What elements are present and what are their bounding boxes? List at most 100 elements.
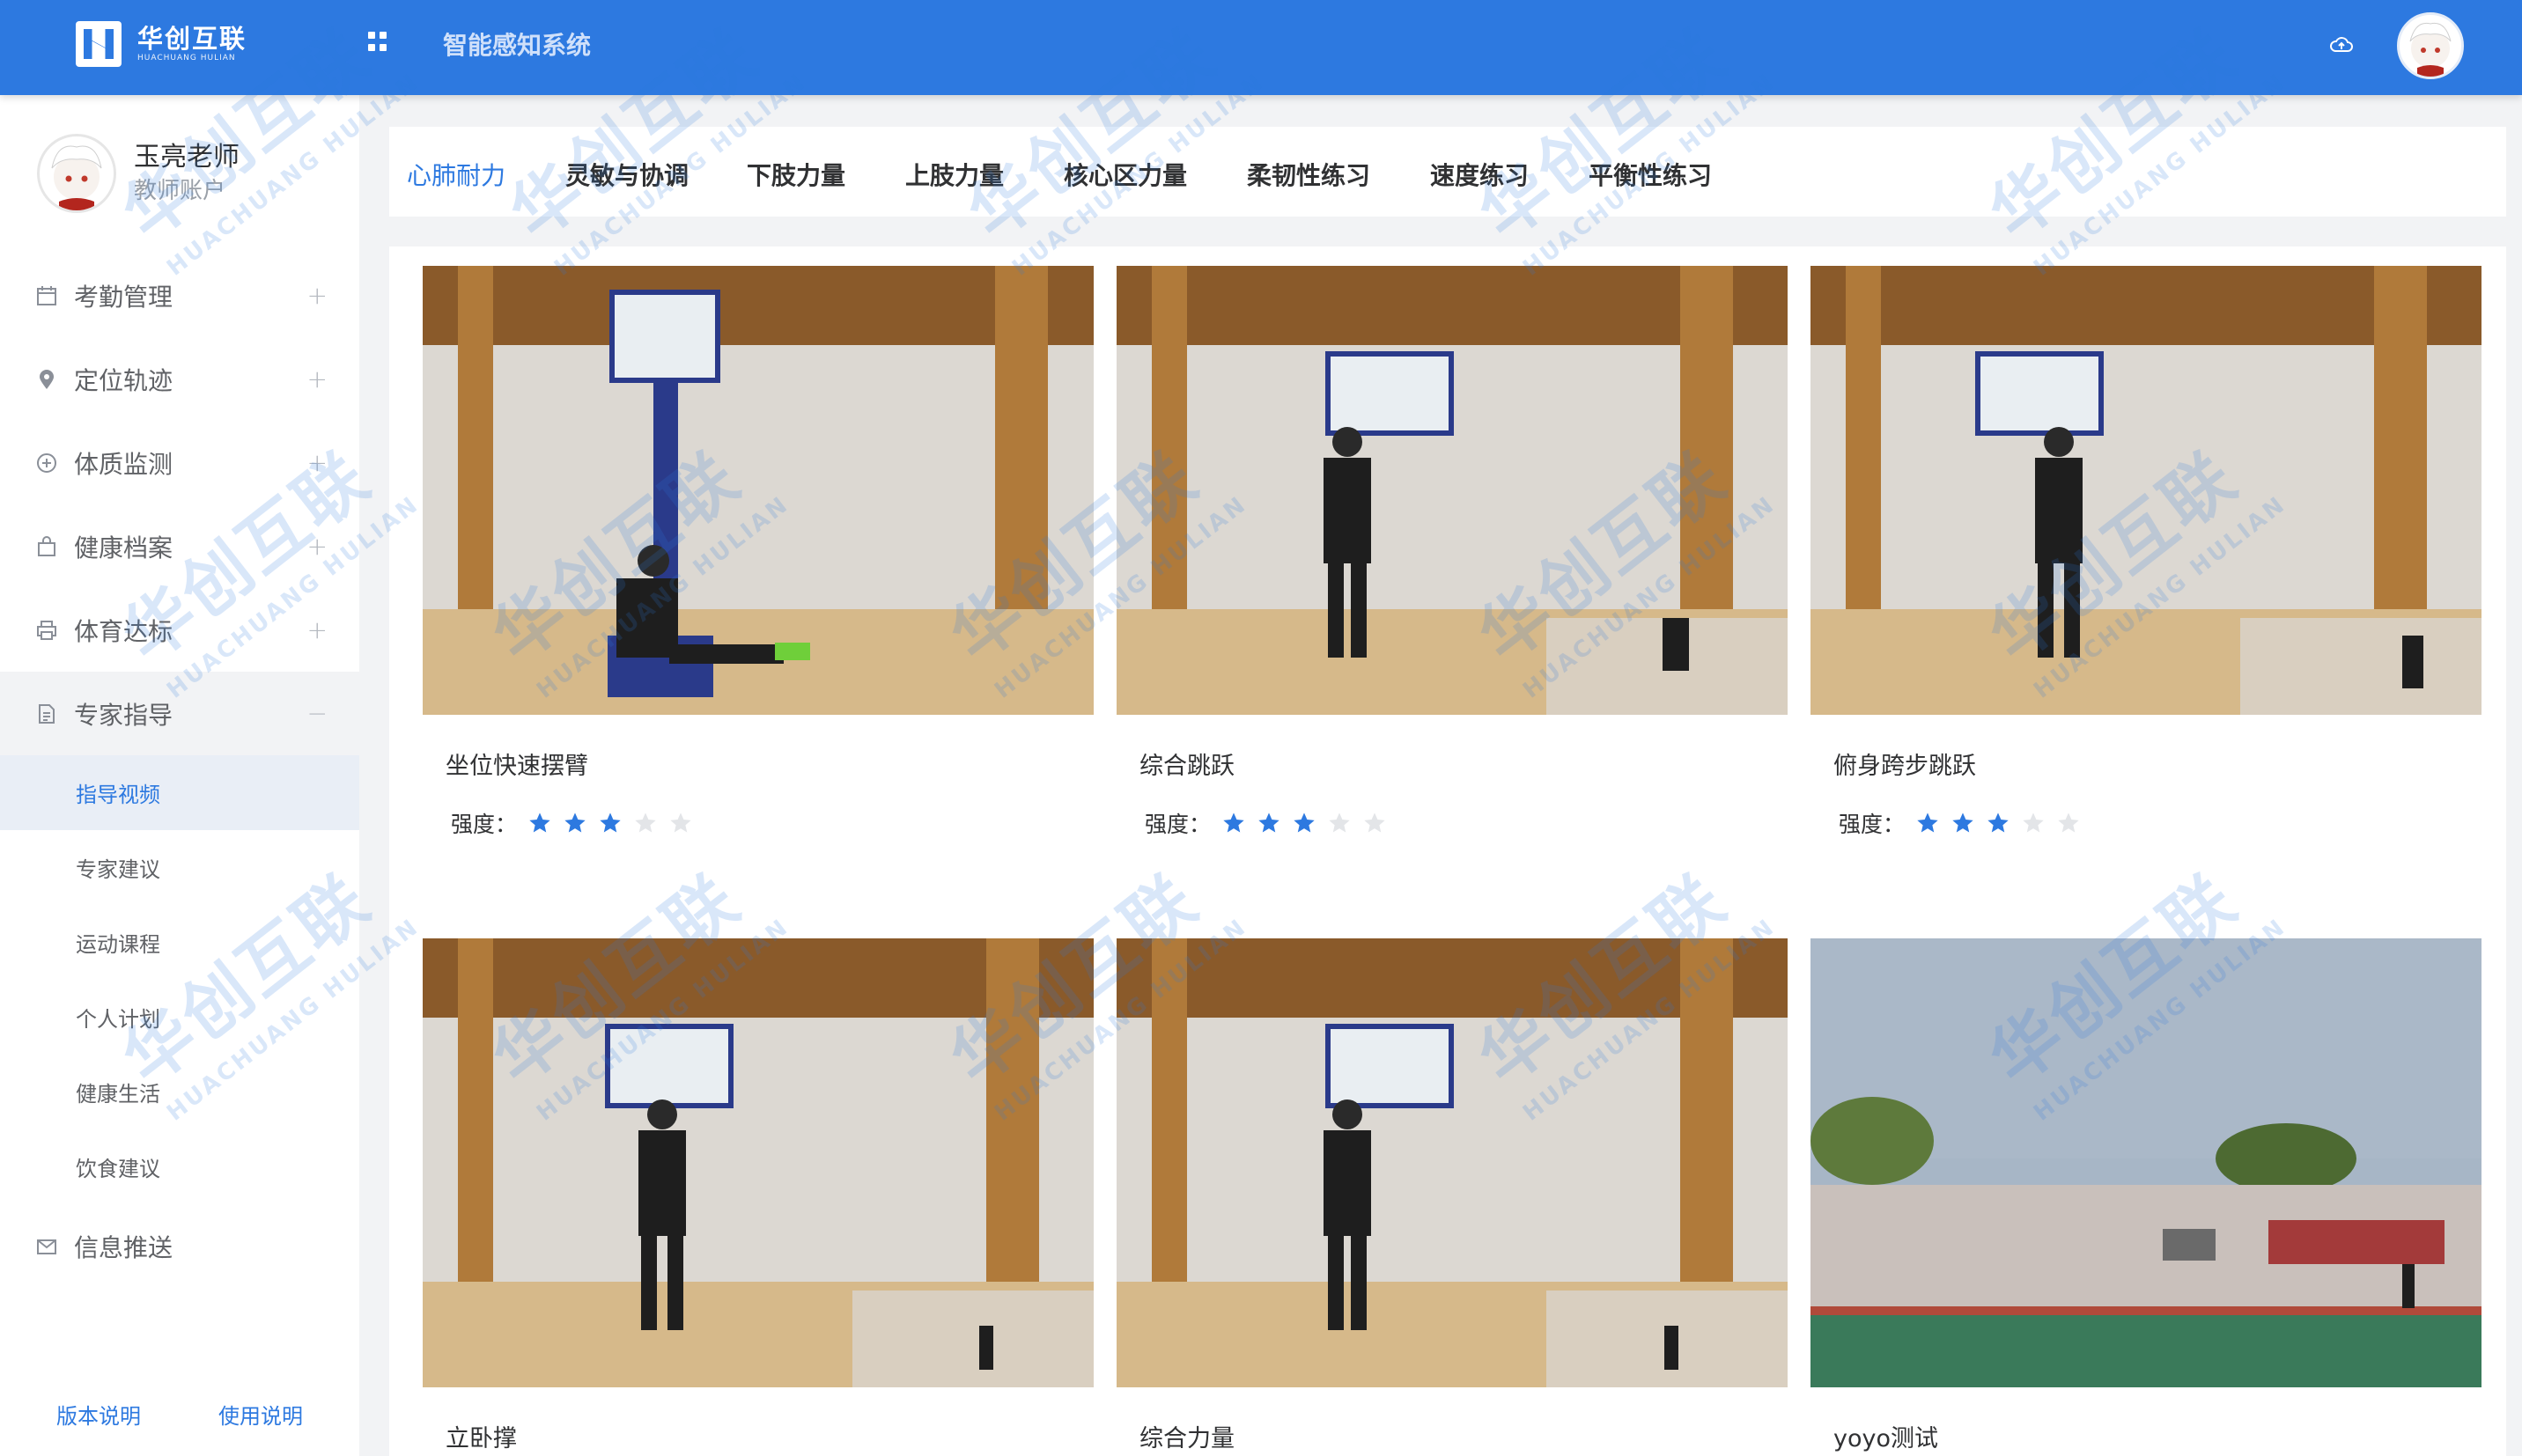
user-role: 教师账户 bbox=[134, 178, 226, 204]
video-thumbnail[interactable] bbox=[1117, 266, 1788, 715]
video-title[interactable]: yoyo测试 bbox=[1833, 1419, 2481, 1453]
expand-icon[interactable]: + bbox=[307, 364, 328, 393]
video-card[interactable]: yoyo测试 bbox=[1810, 938, 2481, 1453]
video-thumbnail[interactable] bbox=[423, 266, 1094, 715]
sidebar-item-message-push[interactable]: 信息推送 bbox=[0, 1204, 359, 1288]
top-header: 华创互联 HUACHUANG HULIAN 智能感知系统 bbox=[0, 0, 2522, 95]
avatar[interactable] bbox=[37, 134, 116, 213]
video-title[interactable]: 俯身跨步跳跃 bbox=[1833, 746, 2481, 781]
sidebar-item-label: 信息推送 bbox=[74, 1232, 173, 1262]
sidebar-item-sports-standard[interactable]: 体育达标 + bbox=[0, 588, 359, 672]
sidebar-subitem-diet-advice[interactable]: 饮食建议 bbox=[0, 1129, 359, 1204]
video-thumbnail[interactable] bbox=[1810, 266, 2481, 715]
sidebar: 玉亮老师 教师账户 考勤管理 + 定位轨迹 + 体质监测 + 健康档案 + 体育… bbox=[0, 95, 359, 1456]
sidebar-item-attendance[interactable]: 考勤管理 + bbox=[0, 254, 359, 337]
sidebar-menu: 考勤管理 + 定位轨迹 + 体质监测 + 健康档案 + 体育达标 + 专家指导 … bbox=[0, 254, 359, 1288]
tab-agility[interactable]: 灵敏与协调 bbox=[565, 157, 689, 192]
video-title[interactable]: 综合跳跃 bbox=[1139, 746, 1788, 781]
system-title: 智能感知系统 bbox=[443, 31, 592, 60]
video-title[interactable]: 坐位快速摆臂 bbox=[446, 746, 1094, 781]
video-title[interactable]: 立卧撑 bbox=[446, 1419, 1094, 1453]
header-avatar[interactable] bbox=[2397, 12, 2464, 79]
expand-icon[interactable]: + bbox=[307, 281, 328, 310]
calendar-icon bbox=[37, 285, 56, 305]
sidebar-item-label: 体质监测 bbox=[74, 449, 173, 479]
tab-cardio[interactable]: 心肺耐力 bbox=[407, 157, 505, 192]
star-filled-icon bbox=[600, 813, 621, 833]
video-thumbnail[interactable] bbox=[1810, 938, 2481, 1387]
sidebar-item-label: 定位轨迹 bbox=[74, 365, 173, 395]
sidebar-item-label: 健康档案 bbox=[74, 533, 173, 563]
tab-core[interactable]: 核心区力量 bbox=[1064, 157, 1187, 192]
video-thumbnail[interactable] bbox=[1117, 938, 1788, 1387]
sidebar-item-health-record[interactable]: 健康档案 + bbox=[0, 504, 359, 588]
video-card[interactable]: 坐位快速摆臂 强度： bbox=[423, 266, 1094, 839]
star-empty-icon bbox=[1364, 813, 1385, 833]
star-empty-icon bbox=[2058, 813, 2079, 833]
video-thumbnail[interactable] bbox=[423, 938, 1094, 1387]
intensity-rating: 强度： bbox=[1145, 807, 1788, 839]
tab-speed[interactable]: 速度练习 bbox=[1430, 157, 1529, 192]
bag-icon bbox=[38, 535, 55, 556]
star-filled-icon bbox=[564, 813, 586, 833]
tab-flexibility[interactable]: 柔韧性练习 bbox=[1247, 157, 1370, 192]
app-grid-icon[interactable] bbox=[368, 32, 387, 51]
collapse-icon[interactable]: − bbox=[307, 699, 328, 728]
version-notes-link[interactable]: 版本说明 bbox=[56, 1399, 141, 1430]
rating-label: 强度： bbox=[451, 812, 518, 837]
video-title[interactable]: 综合力量 bbox=[1139, 1419, 1788, 1453]
star-filled-icon bbox=[1258, 813, 1279, 833]
star-filled-icon bbox=[1223, 813, 1244, 833]
sidebar-item-label: 专家指导 bbox=[74, 700, 173, 730]
sidebar-item-label: 体育达标 bbox=[74, 616, 173, 646]
sidebar-item-label: 考勤管理 bbox=[74, 282, 173, 312]
logo-mark-icon bbox=[76, 21, 122, 67]
document-icon bbox=[39, 703, 55, 724]
sidebar-footer: 版本说明 使用说明 bbox=[0, 1399, 359, 1430]
video-card[interactable]: 综合力量 bbox=[1117, 938, 1788, 1453]
sidebar-subitem-exercise-course[interactable]: 运动课程 bbox=[0, 905, 359, 980]
sidebar-subitem-guide-video[interactable]: 指导视频 bbox=[0, 755, 359, 830]
avatar-character-icon bbox=[51, 145, 102, 210]
expand-icon[interactable]: + bbox=[307, 532, 328, 561]
video-card[interactable]: 立卧撑 bbox=[423, 938, 1094, 1453]
expand-icon[interactable]: + bbox=[307, 615, 328, 644]
video-card[interactable]: 俯身跨步跳跃 强度： bbox=[1810, 266, 2481, 839]
user-profile[interactable]: 玉亮老师 教师账户 bbox=[37, 134, 240, 213]
sidebar-subitem-personal-plan[interactable]: 个人计划 bbox=[0, 980, 359, 1055]
star-filled-icon bbox=[529, 813, 550, 833]
usage-guide-link[interactable]: 使用说明 bbox=[218, 1399, 303, 1430]
plus-circle-icon bbox=[37, 452, 56, 473]
sidebar-item-physical-test[interactable]: 体质监测 + bbox=[0, 421, 359, 504]
video-card[interactable]: 综合跳跃 强度： bbox=[1117, 266, 1788, 839]
user-name: 玉亮老师 bbox=[134, 142, 240, 173]
location-pin-icon bbox=[40, 369, 54, 389]
star-filled-icon bbox=[1917, 813, 1938, 833]
sidebar-subitem-healthy-life[interactable]: 健康生活 bbox=[0, 1055, 359, 1129]
intensity-rating: 强度： bbox=[451, 807, 1094, 839]
tab-lower-limb[interactable]: 下肢力量 bbox=[747, 157, 845, 192]
printer-icon bbox=[37, 620, 56, 640]
sidebar-item-location[interactable]: 定位轨迹 + bbox=[0, 337, 359, 421]
rating-label: 强度： bbox=[1145, 812, 1212, 837]
tab-upper-limb[interactable]: 上肢力量 bbox=[905, 157, 1004, 192]
expand-icon[interactable]: + bbox=[307, 448, 328, 477]
rating-label: 强度： bbox=[1839, 812, 1906, 837]
star-filled-icon bbox=[1294, 813, 1315, 833]
avatar-character-icon bbox=[2409, 22, 2452, 77]
cloud-upload-icon[interactable] bbox=[2328, 33, 2355, 56]
logo-english-text: HUACHUANG HULIAN bbox=[137, 54, 236, 63]
mail-icon bbox=[37, 1239, 56, 1254]
brand-logo[interactable]: 华创互联 HUACHUANG HULIAN bbox=[76, 19, 247, 69]
video-grid: 坐位快速摆臂 强度： 综合跳跃 强度： 俯身跨步跳跃 强度： 立卧撑 综合力量 … bbox=[389, 246, 2506, 1456]
sidebar-item-expert-guidance[interactable]: 专家指导 − bbox=[0, 672, 359, 755]
sidebar-subitem-expert-advice[interactable]: 专家建议 bbox=[0, 830, 359, 905]
tab-balance[interactable]: 平衡性练习 bbox=[1589, 157, 1712, 192]
star-empty-icon bbox=[635, 813, 656, 833]
star-filled-icon bbox=[1952, 813, 1973, 833]
star-empty-icon bbox=[2023, 813, 2044, 833]
star-empty-icon bbox=[670, 813, 691, 833]
intensity-rating: 强度： bbox=[1839, 807, 2481, 839]
star-empty-icon bbox=[1329, 813, 1350, 833]
logo-chinese-text: 华创互联 bbox=[137, 24, 247, 54]
